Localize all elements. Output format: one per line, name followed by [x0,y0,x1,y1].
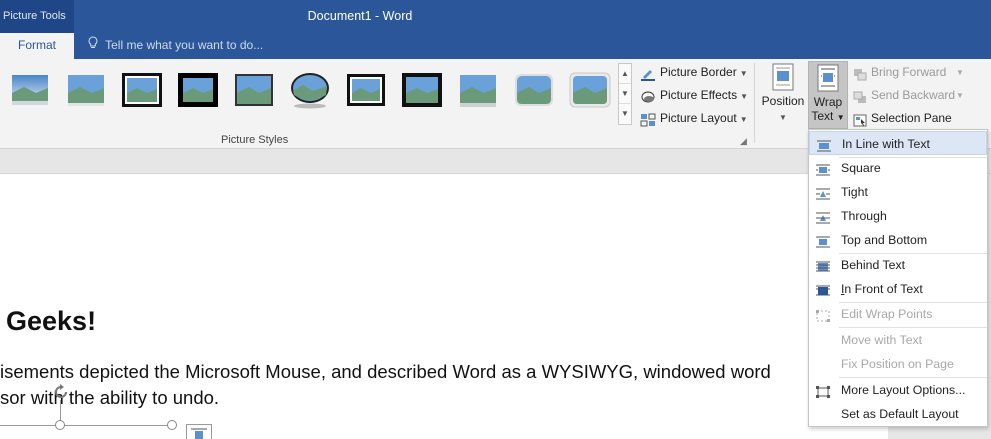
in-line-wrap-icon [816,137,832,152]
tell-me-search[interactable]: Tell me what you want to do... [88,33,263,59]
picture-style-thumb[interactable] [64,71,108,109]
menu-item-tight[interactable]: Tight [809,180,987,204]
lightbulb-icon [88,33,102,57]
top-bottom-wrap-icon [815,233,831,248]
picture-style-thumb[interactable] [512,71,556,109]
menu-item-in-line[interactable]: In Line with Text [809,131,987,155]
picture-style-thumb[interactable] [288,71,332,109]
square-wrap-icon [815,161,831,176]
tight-wrap-icon [815,185,831,200]
selection-pane-button[interactable]: Selection Pane [851,107,991,130]
menu-item-set-default-layout[interactable]: Set as Default Layout [809,402,987,426]
rotate-handle-icon[interactable] [51,382,71,402]
tell-me-text: Tell me what you want to do... [105,38,264,52]
selection-pane-icon [853,112,867,127]
ribbon-tab-row: Format Tell me what you want to do... [0,33,991,59]
picture-styles-gallery [4,65,616,121]
layout-icon [640,112,656,127]
picture-effects-button[interactable]: Picture Effects ▼ [638,84,754,107]
gallery-up-icon[interactable]: ▲ [619,64,631,84]
through-wrap-icon [815,209,831,224]
image-selection-border [0,425,174,426]
layout-options-icon [815,383,831,398]
wrap-text-button[interactable]: Wrap Text ▼ [808,61,848,129]
wrap-text-icon [816,64,840,95]
position-icon [771,63,795,94]
picture-layout-button[interactable]: Picture Layout ▼ [638,107,754,130]
menu-item-move-with-text[interactable]: Move with Text [809,328,987,352]
menu-item-fix-position[interactable]: Fix Position on Page [809,352,987,376]
menu-item-top-bottom[interactable]: Top and Bottom [809,228,987,252]
picture-style-thumb[interactable] [120,71,164,109]
menu-item-in-front[interactable]: In Front of Text [809,277,987,301]
behind-text-icon [815,258,831,272]
picture-style-thumb[interactable] [456,71,500,109]
send-backward-button[interactable]: Send Backward ▼ [851,84,991,107]
picture-style-thumb[interactable] [344,71,388,109]
document-title: Document1 - Word [307,9,413,23]
menu-item-square[interactable]: Square [809,156,987,180]
ribbon-separator [754,63,755,143]
gallery-more-icon[interactable]: ▼ [619,104,631,124]
arrange-commands: Bring Forward ▼ Send Backward ▼ Selection … [851,61,991,130]
document-heading: Geeks! [6,306,97,336]
text-label: Text ▼ [811,109,845,123]
wrap-label: Wrap [813,95,843,109]
tab-format[interactable]: Format [0,33,74,59]
menu-item-behind[interactable]: Behind Text [809,253,987,277]
position-button[interactable]: Position ▼ [760,61,806,129]
picture-style-thumb[interactable] [176,71,220,109]
picture-styles-group-label: Picture Styles [221,134,289,146]
document-text-line: sor with the ability to undo. [0,387,220,408]
menu-item-through[interactable]: Through [809,204,987,228]
picture-style-thumb[interactable] [568,71,612,109]
title-bar: Picture Tools Document1 - Word [0,0,991,33]
document-text-line: isements depicted the Microsoft Mouse, a… [0,361,771,382]
position-label: Position [761,94,805,108]
edit-wrap-points-icon [815,307,831,322]
wrap-text-menu: In Line with Text Square Tight Through T… [808,129,988,427]
resize-handle[interactable] [167,420,177,430]
layout-options-icon[interactable] [186,424,212,439]
chevron-down-icon: ▼ [779,113,787,122]
dialog-launcher-icon[interactable]: ◢ [740,136,747,147]
picture-style-thumb[interactable] [8,71,52,109]
picture-style-thumb[interactable] [232,71,276,109]
bring-forward-icon [853,66,867,81]
picture-style-thumb[interactable] [400,71,444,109]
send-backward-icon [853,89,867,103]
resize-handle[interactable] [55,420,65,430]
picture-commands: Picture Border ▼ Picture Effects ▼ Picture… [638,61,754,130]
in-front-text-icon [815,282,831,296]
menu-item-more-layout-options[interactable]: More Layout Options... [809,378,987,402]
gallery-down-icon[interactable]: ▼ [619,84,631,104]
pencil-icon [640,66,656,81]
picture-border-button[interactable]: Picture Border ▼ [638,61,754,84]
gallery-scrollbar[interactable]: ▲ ▼ ▼ [618,63,632,125]
menu-item-edit-wrap-points[interactable]: Edit Wrap Points [809,302,987,326]
bring-forward-button[interactable]: Bring Forward ▼ [851,61,991,84]
effects-icon [640,89,656,103]
